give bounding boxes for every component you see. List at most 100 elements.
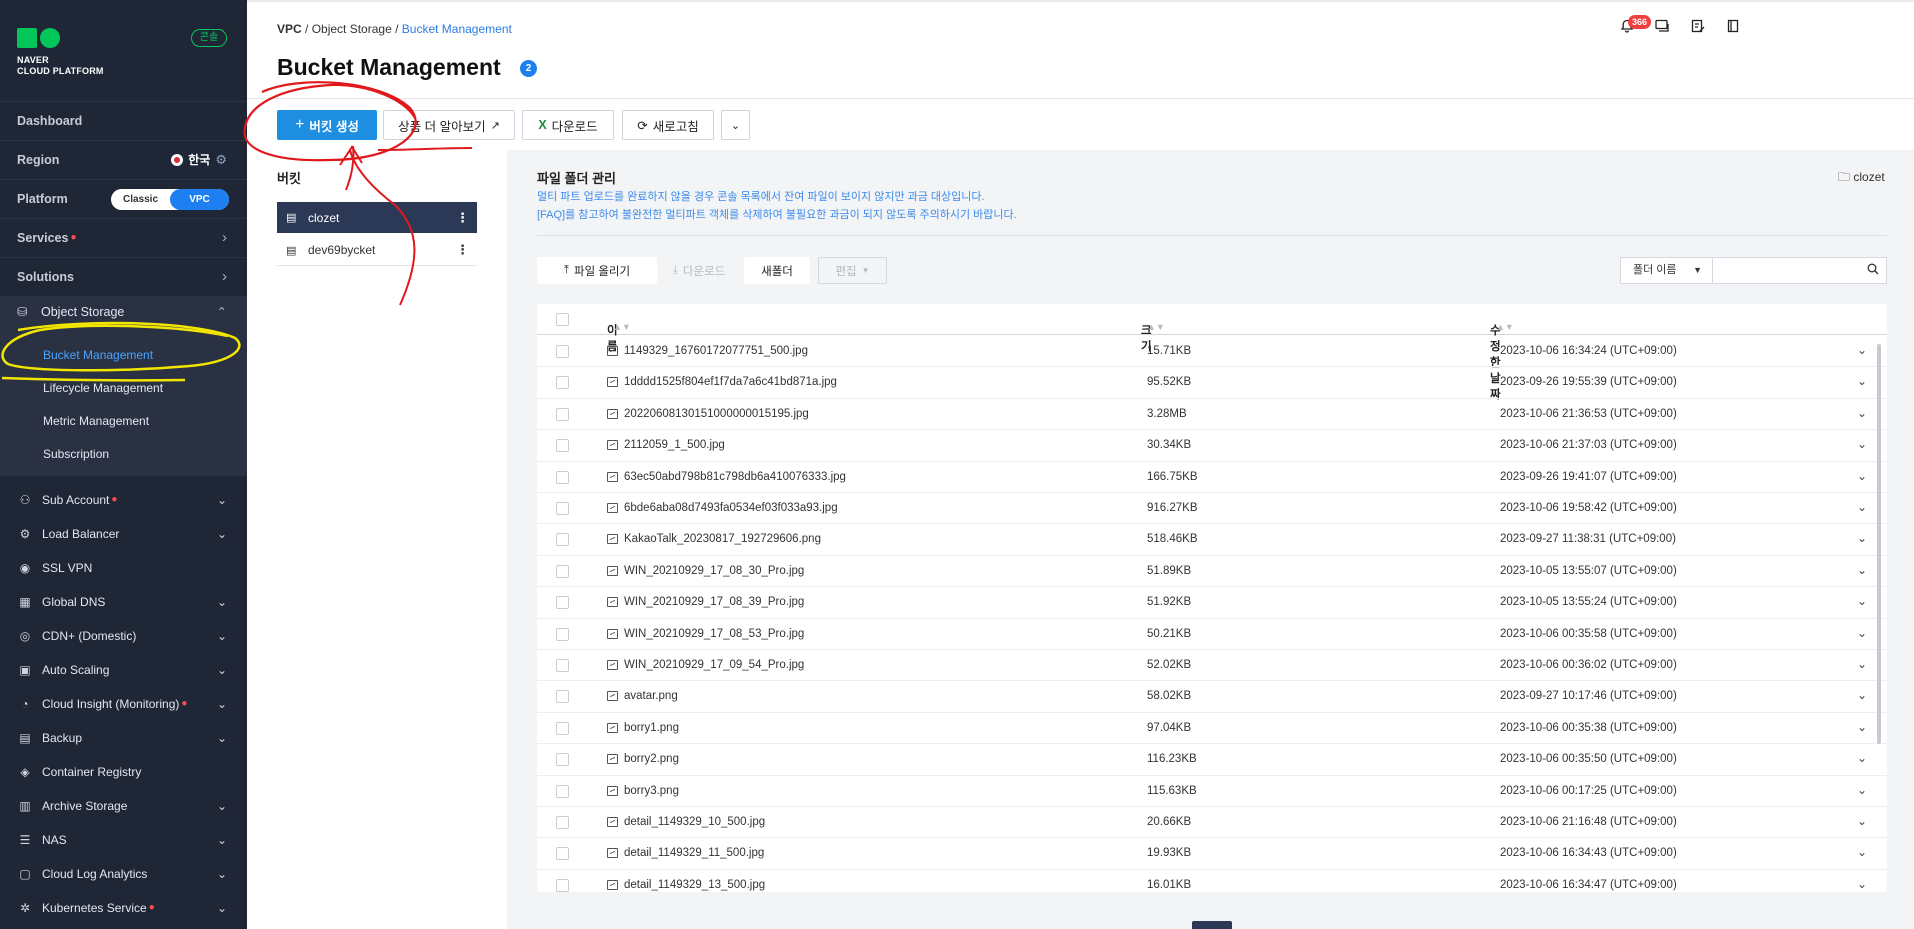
nav-services[interactable]: Services ● › bbox=[0, 218, 247, 256]
platform-classic-option[interactable]: Classic bbox=[111, 189, 170, 210]
create-bucket-button[interactable]: + 버킷 생성 bbox=[277, 110, 377, 140]
table-row[interactable]: borry3.png 115.63KB 2023-10-06 00:17:25 (U… bbox=[537, 776, 1887, 807]
console-badge[interactable]: 콘솔 bbox=[191, 29, 227, 47]
file-name[interactable]: detail_1149329_11_500.jpg bbox=[624, 847, 764, 859]
file-name[interactable]: detail_1149329_13_500.jpg bbox=[624, 879, 765, 891]
submenu-subscription[interactable]: Subscription bbox=[43, 447, 109, 461]
nav-product-2[interactable]: ◉ SSL VPN bbox=[0, 551, 247, 585]
new-folder-button[interactable]: 새폴더 bbox=[744, 257, 810, 284]
table-row[interactable]: 2112059_1_500.jpg 30.34KB 2023-10-06 21:37… bbox=[537, 430, 1887, 462]
bucket-item-clozet[interactable]: ▤ clozet ⋮ bbox=[277, 202, 477, 233]
chat-icon[interactable] bbox=[1652, 18, 1672, 38]
file-name[interactable]: 6bde6aba08d7493fa0534ef03f033a93.jpg bbox=[624, 502, 838, 514]
file-name[interactable]: detail_1149329_10_500.jpg bbox=[624, 816, 765, 828]
file-name[interactable]: 1dddd1525f804ef1f7da7a6c41bd871a.jpg bbox=[624, 376, 837, 388]
more-vertical-icon[interactable]: ⋮ bbox=[456, 210, 469, 226]
pagination-current-page[interactable] bbox=[1192, 921, 1232, 929]
table-scrollbar[interactable] bbox=[1877, 344, 1881, 744]
breadcrumb-vpc[interactable]: VPC bbox=[277, 22, 302, 36]
nav-product-10[interactable]: ☰ NAS ⌄ bbox=[0, 823, 247, 857]
gear-icon[interactable]: ⚙ bbox=[215, 141, 227, 179]
table-row[interactable]: 1dddd1525f804ef1f7da7a6c41bd871a.jpg 95.5… bbox=[537, 367, 1887, 399]
chevron-down-icon[interactable]: ⌄ bbox=[1857, 814, 1867, 828]
manual-book-icon[interactable] bbox=[1723, 18, 1743, 38]
row-checkbox[interactable] bbox=[556, 753, 569, 767]
chevron-down-icon[interactable]: ⌄ bbox=[1857, 437, 1867, 451]
nav-product-7[interactable]: ▤ Backup ⌄ bbox=[0, 721, 247, 755]
file-name[interactable]: KakaoTalk_20230817_192729606.png bbox=[624, 533, 821, 545]
chevron-down-icon[interactable]: ⌄ bbox=[1857, 688, 1867, 702]
bucket-item-dev69bycket[interactable]: ▤ dev69bycket ⋮ bbox=[277, 235, 477, 266]
chevron-down-icon[interactable]: ⌄ bbox=[1857, 626, 1867, 640]
row-checkbox[interactable] bbox=[556, 659, 569, 672]
more-dropdown-button[interactable]: ⌄ bbox=[721, 110, 750, 140]
chevron-down-icon[interactable]: ⌄ bbox=[1857, 783, 1867, 797]
file-download-button[interactable]: ⤓ 다운로드 bbox=[657, 257, 741, 284]
file-name[interactable]: borry3.png bbox=[624, 785, 679, 797]
file-name[interactable]: WIN_20210929_17_08_53_Pro.jpg bbox=[624, 628, 804, 640]
row-checkbox[interactable] bbox=[556, 407, 569, 421]
row-checkbox[interactable] bbox=[556, 564, 569, 578]
chevron-down-icon[interactable]: ⌄ bbox=[1857, 657, 1867, 671]
row-checkbox[interactable] bbox=[556, 721, 569, 735]
nav-product-11[interactable]: ▢ Cloud Log Analytics ⌄ bbox=[0, 857, 247, 891]
nav-object-storage[interactable]: ⛁ Object Storage ⌃ bbox=[0, 296, 247, 328]
row-checkbox[interactable] bbox=[556, 816, 569, 829]
row-checkbox[interactable] bbox=[556, 627, 569, 641]
search-icon[interactable] bbox=[1867, 263, 1879, 278]
nav-product-1[interactable]: ⚙ Load Balancer ⌄ bbox=[0, 517, 247, 551]
table-row[interactable]: WIN_20210929_17_09_54_Pro.jpg 52.02KB 2023… bbox=[537, 650, 1887, 682]
more-vertical-icon[interactable]: ⋮ bbox=[456, 242, 469, 258]
chevron-down-icon[interactable]: ⌄ bbox=[1857, 531, 1867, 545]
table-row[interactable]: WIN_20210929_17_08_53_Pro.jpg 50.21KB 2023… bbox=[537, 619, 1887, 650]
table-row[interactable]: WIN_20210929_17_08_30_Pro.jpg 51.89KB 2023… bbox=[537, 556, 1887, 588]
row-checkbox[interactable] bbox=[556, 784, 569, 798]
chevron-down-icon[interactable]: ⌄ bbox=[1857, 845, 1867, 859]
platform-toggle[interactable]: Classic VPC bbox=[111, 189, 229, 210]
breadcrumb-object-storage[interactable]: Object Storage bbox=[312, 22, 392, 36]
row-checkbox[interactable] bbox=[556, 596, 569, 610]
nav-product-0[interactable]: ⚇ Sub Account ● ⌄ bbox=[0, 483, 247, 517]
table-row[interactable]: detail_1149329_10_500.jpg 20.66KB 2023-10-… bbox=[537, 807, 1887, 839]
nav-dashboard[interactable]: Dashboard bbox=[0, 101, 247, 139]
nav-product-6[interactable]: ◔ Cloud Insight (Monitoring) ● ⌄ bbox=[0, 687, 247, 721]
learn-more-button[interactable]: 상품 더 알아보기 ↗ bbox=[383, 110, 515, 140]
nav-product-12[interactable]: ✲ Kubernetes Service ● ⌄ bbox=[0, 891, 247, 925]
row-checkbox[interactable] bbox=[556, 439, 569, 453]
file-name[interactable]: WIN_20210929_17_08_30_Pro.jpg bbox=[624, 565, 804, 577]
table-row[interactable]: borry2.png 116.23KB 2023-10-06 00:35:50 (U… bbox=[537, 744, 1887, 776]
row-checkbox[interactable] bbox=[556, 470, 569, 484]
row-checkbox[interactable] bbox=[556, 690, 569, 704]
row-checkbox[interactable] bbox=[556, 847, 569, 861]
chevron-down-icon[interactable]: ⌄ bbox=[1857, 469, 1867, 483]
row-checkbox[interactable] bbox=[556, 878, 569, 892]
nav-product-5[interactable]: ▣ Auto Scaling ⌄ bbox=[0, 653, 247, 687]
file-name[interactable]: avatar.png bbox=[624, 690, 678, 702]
submenu-metric-management[interactable]: Metric Management bbox=[43, 414, 149, 428]
row-checkbox[interactable] bbox=[556, 345, 569, 358]
nav-region[interactable]: Region 한국 ⚙ bbox=[0, 140, 247, 178]
region-selector[interactable]: 한국 ⚙ bbox=[171, 141, 227, 179]
chevron-down-icon[interactable]: ⌄ bbox=[1857, 343, 1867, 357]
edit-note-icon[interactable] bbox=[1688, 18, 1708, 38]
search-field-select[interactable]: 폴더 이름 ▼ bbox=[1620, 257, 1713, 284]
table-row[interactable]: KakaoTalk_20230817_192729606.png 518.46KB… bbox=[537, 524, 1887, 556]
table-row[interactable]: detail_1149329_13_500.jpg 16.01KB 2023-10-… bbox=[537, 870, 1887, 892]
file-name[interactable]: WIN_20210929_17_08_39_Pro.jpg bbox=[624, 596, 804, 608]
nav-product-8[interactable]: ◈ Container Registry bbox=[0, 755, 247, 789]
file-name[interactable]: borry2.png bbox=[624, 753, 679, 765]
nav-product-9[interactable]: ▥ Archive Storage ⌄ bbox=[0, 789, 247, 823]
edit-dropdown-button[interactable]: 편집 ▼ bbox=[818, 257, 887, 284]
chevron-down-icon[interactable]: ⌄ bbox=[1857, 500, 1867, 514]
row-checkbox[interactable] bbox=[556, 376, 569, 390]
table-row[interactable]: borry1.png 97.04KB 2023-10-06 00:35:38 (UT… bbox=[537, 713, 1887, 745]
chevron-down-icon[interactable]: ⌄ bbox=[1857, 751, 1867, 765]
table-row[interactable]: avatar.png 58.02KB 2023-09-27 10:17:46 (UT… bbox=[537, 681, 1887, 713]
upload-file-button[interactable]: ⤒ 파일 올리기 bbox=[537, 257, 657, 284]
chevron-down-icon[interactable]: ⌄ bbox=[1857, 563, 1867, 577]
refresh-button[interactable]: ⟳ 새로고침 bbox=[622, 110, 714, 140]
chevron-down-icon[interactable]: ⌄ bbox=[1857, 374, 1867, 388]
search-input[interactable] bbox=[1721, 258, 1861, 283]
platform-vpc-option[interactable]: VPC bbox=[170, 189, 229, 210]
table-row[interactable]: 1149329_16760172077751_500.jpg 15.71KB 202… bbox=[537, 336, 1887, 368]
